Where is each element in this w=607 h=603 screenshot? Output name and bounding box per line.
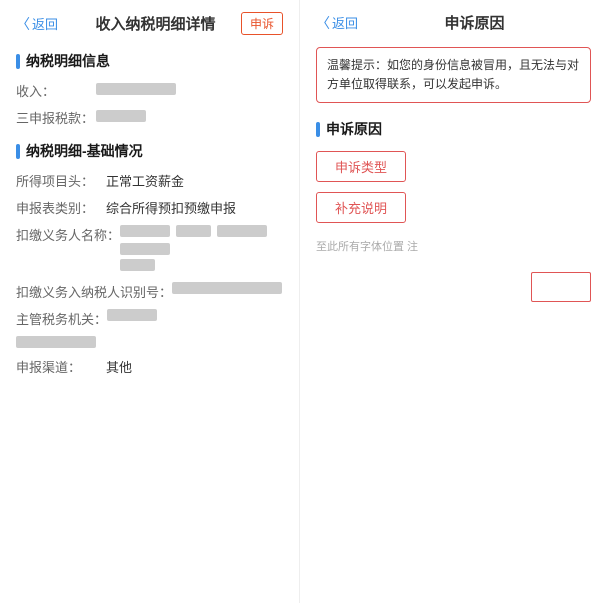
duty-name-row: 扣缴义务人名称： — [16, 225, 283, 274]
tax-report-label: 三申报税款： — [16, 108, 96, 127]
blue-bar-2-icon — [16, 144, 20, 159]
duty-id-row: 扣缴义务入纳税人识别号： — [16, 282, 283, 301]
tax-report-placeholder — [96, 110, 146, 122]
page-title-left: 收入纳税明细详情 — [70, 13, 241, 34]
gray-3 — [217, 225, 267, 237]
complaint-type-button[interactable]: 申诉类型 — [316, 151, 406, 182]
duty-name-value — [120, 225, 283, 274]
report-type-row: 申报表类别： 综合所得预扣预缴申报 — [16, 198, 283, 217]
supplement-button[interactable]: 补充说明 — [316, 192, 406, 223]
income-item-row: 所得项目头： 正常工资薪金 — [16, 171, 283, 190]
report-type-label: 申报表类别： — [16, 198, 106, 217]
income-placeholder — [96, 83, 176, 95]
complaint-section-title: 申诉原因 — [316, 119, 591, 139]
duty-name-placeholder — [120, 225, 283, 255]
hint-text: 至此所有字体位置 注 — [316, 239, 591, 256]
tax-report-row: 三申报税款： — [16, 108, 283, 127]
duty-id-value — [172, 282, 283, 301]
page-title-right: 申诉原因 — [358, 12, 591, 33]
duty-id-placeholder — [172, 282, 282, 294]
empty-input-box[interactable] — [531, 272, 591, 302]
back-button-right[interactable]: 〈 返回 — [316, 13, 358, 33]
apply-button[interactable]: 申诉 — [241, 12, 283, 35]
back-button-left[interactable]: 〈 返回 — [16, 14, 58, 34]
income-item-label: 所得项目头： — [16, 171, 106, 190]
blue-bar-icon — [16, 54, 20, 69]
channel-value: 其他 — [106, 357, 283, 376]
tax-info-section-title: 纳税明细信息 — [16, 51, 283, 71]
duty-id-label: 扣缴义务入纳税人识别号： — [16, 282, 172, 301]
gray-5 — [120, 259, 155, 271]
left-panel: 〈 返回 收入纳税明细详情 申诉 纳税明细信息 收入： 三申报税款： — [0, 0, 300, 603]
right-panel: 〈 返回 申诉原因 温馨提示：如您的身份信息被冒用，且无法与对方单位取得联系，可… — [300, 0, 607, 603]
left-header: 〈 返回 收入纳税明细详情 申诉 — [16, 12, 283, 35]
back-label-right: 返回 — [332, 13, 358, 32]
right-header: 〈 返回 申诉原因 — [316, 12, 591, 33]
tax-authority-row: 主管税务机关： — [16, 309, 283, 328]
income-value — [96, 83, 283, 98]
gray-1 — [120, 225, 170, 237]
chevron-right-back-icon: 〈 — [316, 13, 330, 33]
income-label: 收入： — [16, 81, 96, 100]
chevron-left-icon: 〈 — [16, 14, 30, 34]
tax-authority-label: 主管税务机关： — [16, 309, 107, 328]
warning-text: 温馨提示：如您的身份信息被冒用，且无法与对方单位取得联系，可以发起申诉。 — [327, 58, 579, 91]
channel-label: 申报渠道： — [16, 357, 106, 376]
tax-report-value — [96, 110, 283, 125]
basic-section-title: 纳税明细-基础情况 — [16, 141, 283, 161]
income-item-value: 正常工资薪金 — [106, 171, 283, 190]
warning-box: 温馨提示：如您的身份信息被冒用，且无法与对方单位取得联系，可以发起申诉。 — [316, 47, 591, 103]
tax-authority-extra — [16, 336, 283, 351]
channel-row: 申报渠道： 其他 — [16, 357, 283, 376]
duty-name-label: 扣缴义务人名称： — [16, 225, 120, 274]
back-label-left: 返回 — [32, 14, 58, 33]
complaint-section-label: 申诉原因 — [326, 119, 382, 139]
tax-authority-placeholder — [107, 309, 157, 321]
gray-2 — [176, 225, 211, 237]
blue-bar-3-icon — [316, 122, 320, 137]
tax-authority-value — [107, 309, 283, 328]
gray-4 — [120, 243, 170, 255]
extra-placeholder — [16, 336, 96, 348]
report-type-value: 综合所得预扣预缴申报 — [106, 198, 283, 217]
income-row: 收入： — [16, 81, 283, 100]
